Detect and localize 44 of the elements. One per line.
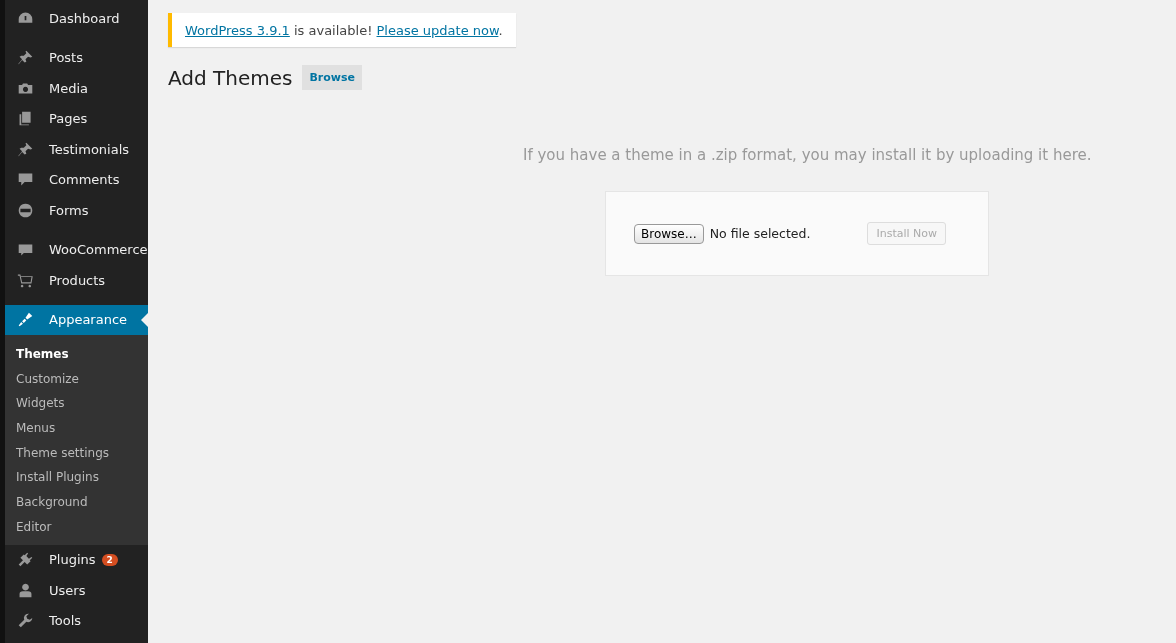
- menu-label: Tools: [49, 613, 82, 629]
- menu-item[interactable]: Products: [5, 265, 148, 296]
- version-link[interactable]: WordPress 3.9.1: [185, 23, 290, 38]
- menu-label: Pages: [49, 111, 88, 127]
- menu-item[interactable]: Comments: [5, 164, 148, 195]
- menu-item[interactable]: Appearance: [5, 304, 148, 335]
- menu-label: Posts: [49, 50, 83, 66]
- submenu-item[interactable]: Customize: [5, 366, 148, 392]
- menu-label: Dashboard: [49, 10, 120, 26]
- page-title: Add Themes: [168, 65, 293, 90]
- update-link[interactable]: Please update now: [376, 23, 499, 38]
- menu-label: Plugins: [49, 552, 96, 568]
- menu-label: Comments: [49, 172, 120, 188]
- menu-item[interactable]: Tools: [5, 605, 148, 636]
- submenu-item[interactable]: Background: [5, 490, 148, 515]
- file-browse-button[interactable]: Browse…: [634, 223, 704, 244]
- menu-item[interactable]: WooCommerce: [5, 234, 148, 265]
- submenu-item[interactable]: Install Plugins: [5, 465, 148, 491]
- menu-label: WooCommerce: [49, 242, 148, 258]
- submenu-item[interactable]: Menus: [5, 416, 148, 441]
- update-count-badge: 2: [101, 553, 118, 566]
- submenu-item[interactable]: Themes: [5, 342, 148, 367]
- submenu-item[interactable]: Editor: [5, 514, 148, 540]
- menu-item[interactable]: Testimonials: [5, 134, 148, 165]
- notice-text: is available!: [292, 23, 374, 38]
- submenu-item[interactable]: Widgets: [5, 391, 148, 417]
- menu-label: Products: [49, 272, 106, 288]
- browse-button[interactable]: Browse: [302, 65, 363, 90]
- menu-item[interactable]: Forms: [5, 195, 148, 226]
- menu-item[interactable]: Media: [5, 73, 148, 104]
- menu-item[interactable]: Plugins 2: [5, 544, 148, 575]
- menu-item[interactable]: Dashboard: [5, 3, 148, 34]
- menu-label: Appearance: [49, 312, 128, 328]
- menu-item[interactable]: Pages: [5, 103, 148, 134]
- notice-period: .: [498, 23, 503, 38]
- submenu-item[interactable]: Theme settings: [5, 440, 148, 466]
- menu-item[interactable]: Users: [5, 575, 148, 606]
- file-status: No file selected.: [709, 226, 811, 241]
- menu-label: Media: [49, 80, 89, 96]
- menu-label: Forms: [49, 202, 89, 218]
- menu-label: Testimonials: [49, 141, 130, 157]
- menu-item[interactable]: Posts: [5, 42, 148, 73]
- upload-description: If you have a theme in a .zip format, you may install it by uploading it here.: [523, 146, 1093, 164]
- menu-label: Users: [49, 582, 86, 598]
